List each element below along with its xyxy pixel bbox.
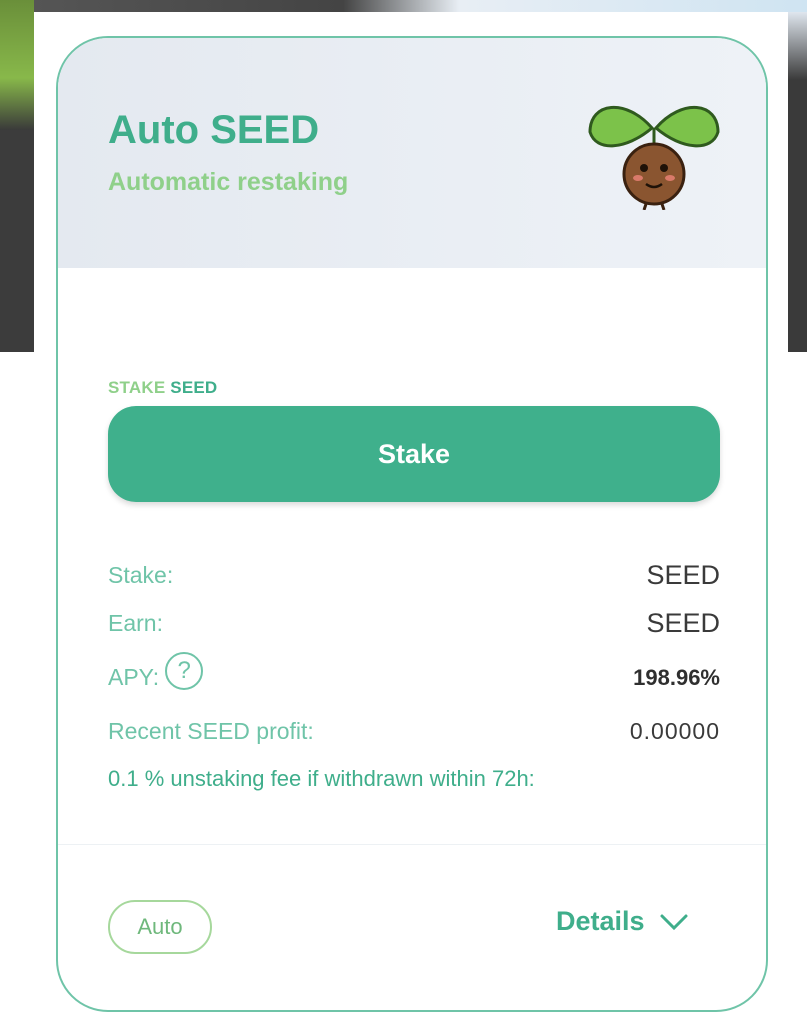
profit-label: Recent SEED profit: [108, 718, 314, 744]
stake-button[interactable]: Stake [108, 406, 720, 502]
apy-label: APY: [108, 664, 160, 690]
question-circle-icon[interactable]: ? [165, 651, 204, 690]
earn-value: SEED [646, 608, 720, 638]
seed-sprout-mascot-icon [588, 105, 720, 210]
stake-row: Stake: SEED [108, 560, 720, 591]
footer-divider [58, 844, 766, 845]
pool-subtitle: Automatic restaking [108, 168, 349, 196]
stake-label: Stake: [108, 562, 174, 588]
profit-row: Recent SEED profit: 0.00000 [108, 718, 720, 745]
chevron-down-icon [660, 914, 688, 930]
background-page-fragment [787, 12, 807, 352]
background-page-fragment [0, 0, 34, 130]
stake-caption: STAKE SEED [108, 378, 217, 398]
details-toggle[interactable]: Details [556, 906, 689, 937]
apy-label-group: APY: ? [108, 651, 204, 691]
apy-row: APY: ? 198.96% [108, 651, 720, 691]
earn-row: Earn: SEED [108, 608, 720, 639]
background-page-fragment [34, 0, 807, 12]
pool-title: Auto SEED [108, 108, 320, 152]
unstaking-fee-note: 0.1 % unstaking fee if withdrawn within … [108, 766, 535, 791]
earn-label: Earn: [108, 610, 163, 636]
stake-value: SEED [646, 560, 720, 590]
stake-caption-word1: STAKE [108, 378, 166, 397]
card-header: Auto SEED Automatic restaking [58, 38, 766, 268]
background-page-fragment [0, 130, 34, 352]
details-label: Details [556, 906, 645, 936]
pool-card: Auto SEED Automatic restaking STAKE SEED… [56, 36, 768, 1012]
apy-value: 198.96% [633, 664, 720, 690]
stake-caption-word2: SEED [170, 378, 218, 397]
profit-value: 0.00000 [629, 718, 720, 744]
auto-badge: Auto [108, 900, 212, 954]
